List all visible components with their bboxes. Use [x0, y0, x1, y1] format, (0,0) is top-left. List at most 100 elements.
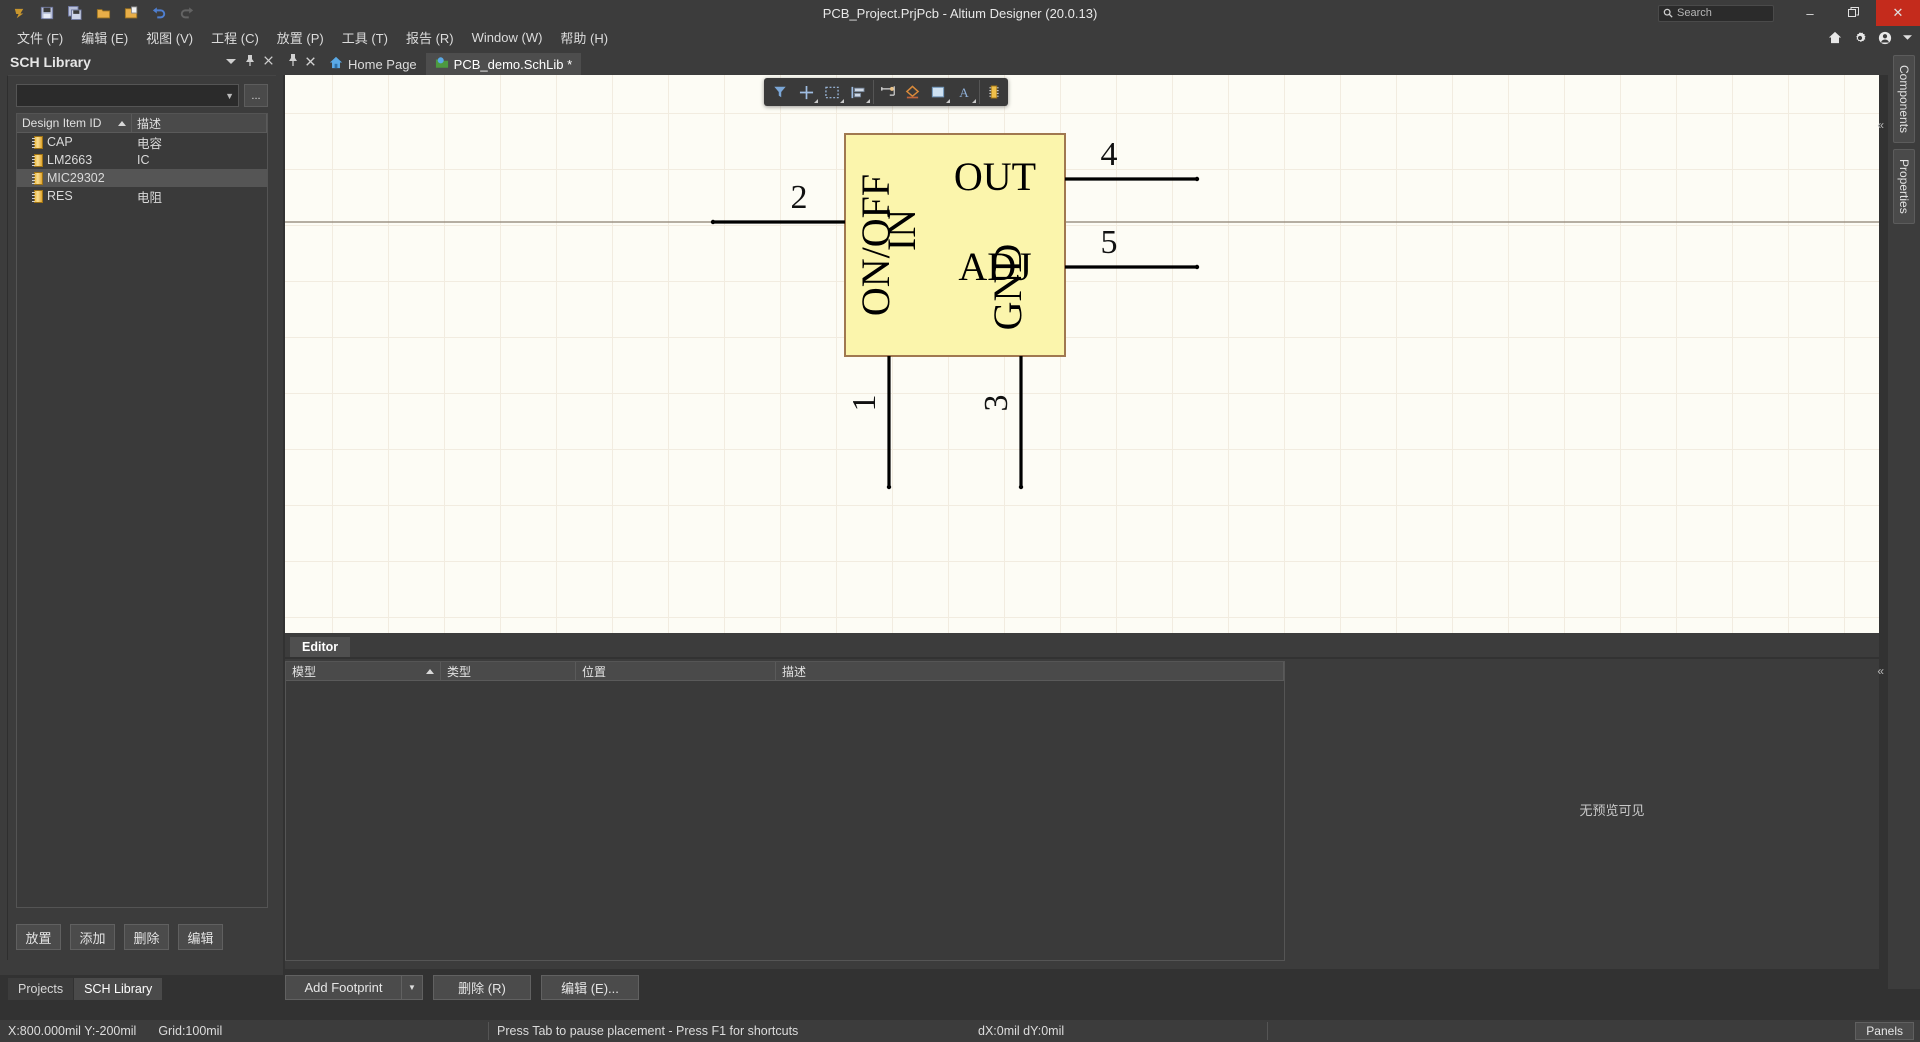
column-header-design-item-id[interactable]: Design Item ID: [17, 114, 132, 132]
panel-tab-properties[interactable]: Properties: [1893, 149, 1915, 224]
save-icon[interactable]: [34, 2, 60, 24]
column-label: 模型: [292, 664, 317, 679]
list-item[interactable]: CAP 电容: [17, 133, 267, 151]
altium-logo-icon[interactable]: [6, 2, 32, 24]
chevron-down-icon[interactable]: [1903, 34, 1912, 41]
place-component-icon[interactable]: [979, 80, 1005, 104]
sch-library-panel-header: SCH Library: [0, 49, 283, 75]
menu-help[interactable]: 帮助 (H): [551, 26, 617, 49]
home-icon[interactable]: [1828, 31, 1842, 44]
sch-library-panel-body: ▼ ... Design Item ID 描述 CAP 电容 LM2663 IC…: [7, 75, 276, 960]
column-header-location[interactable]: 位置: [576, 662, 776, 680]
place-button[interactable]: 放置: [16, 924, 61, 950]
place-rectangle-icon[interactable]: [925, 80, 951, 104]
filter-icon[interactable]: [767, 80, 793, 104]
close-button[interactable]: ✕: [1876, 0, 1920, 26]
column-header-type[interactable]: 类型: [441, 662, 576, 680]
menu-view[interactable]: 视图 (V): [137, 26, 202, 49]
column-header-description[interactable]: 描述: [776, 662, 1284, 680]
list-item[interactable]: LM2663 IC: [17, 151, 267, 169]
panel-title: SCH Library: [10, 54, 91, 70]
panel-tab-sch-library[interactable]: SCH Library: [74, 978, 163, 1000]
undo-icon[interactable]: [146, 2, 172, 24]
menu-project[interactable]: 工程 (C): [202, 26, 268, 49]
canvas-collapse-icon[interactable]: «: [1877, 118, 1884, 132]
add-button[interactable]: 添加: [70, 924, 115, 950]
status-coordinates: X:800.000mil Y:-200mil: [8, 1024, 137, 1038]
status-message: Press Tab to pause placement - Press F1 …: [488, 1022, 1268, 1040]
edit-model-button[interactable]: 编辑 (E)...: [541, 975, 639, 1000]
search-input[interactable]: Search: [1658, 4, 1774, 22]
pin-1-endpoint: [886, 484, 892, 490]
delete-button[interactable]: 删除: [124, 924, 169, 950]
gear-icon[interactable]: [1853, 31, 1867, 45]
quick-access-toolbar: [0, 2, 200, 24]
menu-place[interactable]: 放置 (P): [268, 26, 333, 49]
pin-5-number: 5: [1101, 224, 1118, 261]
menu-edit[interactable]: 编辑 (E): [72, 26, 137, 49]
close-icon[interactable]: [306, 53, 315, 71]
close-icon[interactable]: [264, 56, 273, 68]
pin-5-endpoint: [1194, 264, 1200, 270]
pin-4-endpoint: [1194, 176, 1200, 182]
delete-model-button[interactable]: 删除 (R): [433, 975, 531, 1000]
component-description: 电阻: [137, 190, 163, 205]
sch-library-panel: SCH Library ▼ ... Design Item ID 描述 CAP …: [0, 49, 283, 989]
panels-button[interactable]: Panels: [1855, 1022, 1914, 1040]
pin-icon[interactable]: [245, 55, 255, 69]
place-text-icon[interactable]: A: [951, 80, 977, 104]
pin-3-endpoint: [1018, 484, 1024, 490]
pin-4-number: 4: [1101, 136, 1118, 173]
schematic-canvas[interactable]: 2 4 5 1 3 OUT ADJ ON/OFF IN GND: [285, 75, 1879, 633]
selection-rectangle-icon[interactable]: [819, 80, 845, 104]
crosshair-icon[interactable]: [793, 80, 819, 104]
model-collapse-icon[interactable]: «: [1877, 664, 1884, 678]
tab-pcb-demo-schlib[interactable]: PCB_demo.SchLib *: [425, 53, 582, 75]
model-table-header: 模型 类型 位置 描述: [286, 662, 1284, 681]
column-header-model[interactable]: 模型: [286, 662, 441, 680]
menu-reports[interactable]: 报告 (R): [397, 26, 463, 49]
add-footprint-button[interactable]: Add Footprint: [285, 975, 401, 1000]
column-header-description[interactable]: 描述: [132, 114, 267, 132]
model-area: 模型 类型 位置 描述 无预览可见: [285, 659, 1879, 969]
align-icon[interactable]: [845, 80, 871, 104]
menu-file[interactable]: 文件 (F): [8, 26, 72, 49]
panel-tab-projects[interactable]: Projects: [8, 978, 74, 1000]
search-placeholder: Search: [1677, 7, 1712, 19]
minimize-button[interactable]: –: [1788, 0, 1832, 26]
restore-button[interactable]: [1832, 0, 1876, 26]
tab-home-page[interactable]: Home Page: [320, 53, 426, 75]
svg-text:A: A: [959, 85, 969, 99]
menu-window[interactable]: Window (W): [463, 28, 552, 47]
model-table[interactable]: 模型 类型 位置 描述: [285, 661, 1285, 961]
menu-bar: 文件 (F) 编辑 (E) 视图 (V) 工程 (C) 放置 (P) 工具 (T…: [0, 26, 1920, 49]
model-table-body: [286, 681, 1284, 960]
open-icon[interactable]: [90, 2, 116, 24]
edit-button[interactable]: 编辑: [178, 924, 223, 950]
window-title: PCB_Project.PrjPcb - Altium Designer (20…: [822, 5, 1098, 21]
left-panel-tabs: Projects SCH Library: [0, 975, 283, 1000]
panel-tab-components[interactable]: Components: [1893, 55, 1915, 144]
sort-ascending-icon: [426, 668, 434, 674]
chevron-down-icon[interactable]: [226, 56, 236, 68]
open-project-icon[interactable]: [118, 2, 144, 24]
chevron-down-icon[interactable]: ▼: [401, 975, 423, 1000]
menu-tools[interactable]: 工具 (T): [333, 26, 397, 49]
sch-library-action-buttons: 放置 添加 删除 编辑: [16, 924, 223, 950]
place-symbol-icon[interactable]: [899, 80, 925, 104]
list-item[interactable]: RES 电阻: [17, 187, 267, 205]
pin-icon[interactable]: [288, 53, 298, 71]
component-id: LM2663: [47, 153, 93, 167]
component-icon: [32, 189, 43, 203]
save-all-icon[interactable]: [62, 2, 88, 24]
component-id: RES: [47, 189, 73, 203]
library-select[interactable]: ▼: [16, 84, 239, 107]
place-pin-icon[interactable]: [873, 80, 899, 104]
tab-editor[interactable]: Editor: [290, 637, 351, 657]
library-browse-button[interactable]: ...: [244, 84, 268, 107]
schlib-icon: [435, 56, 449, 72]
editor-tab-strip: Editor: [285, 633, 1879, 657]
list-item[interactable]: MIC29302: [17, 169, 267, 187]
account-icon[interactable]: [1878, 31, 1892, 45]
status-bar: X:800.000mil Y:-200mil Grid:100mil Press…: [0, 1020, 1920, 1042]
